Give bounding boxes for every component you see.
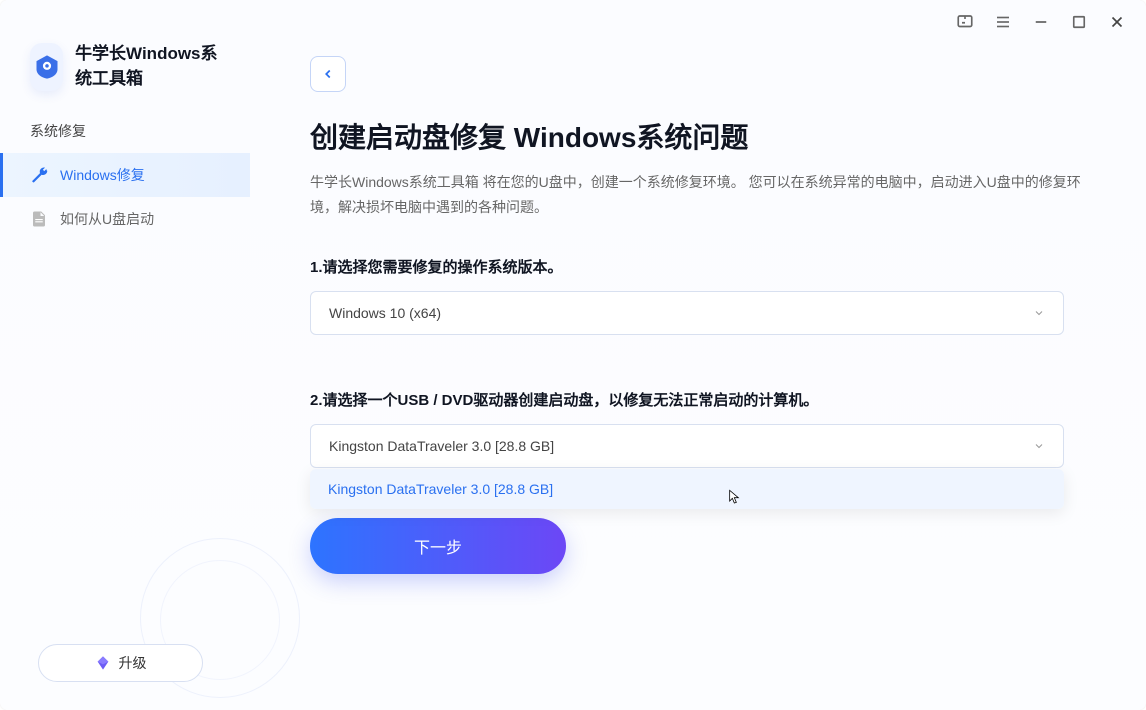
sidebar-section-label: 系统修复 <box>0 121 250 153</box>
feedback-icon[interactable] <box>956 13 974 31</box>
sidebar-item-label: 如何从U盘启动 <box>60 209 154 229</box>
titlebar <box>0 0 1146 44</box>
close-icon[interactable] <box>1108 13 1126 31</box>
chevron-left-icon <box>321 67 335 81</box>
chevron-down-icon <box>1033 307 1045 319</box>
step2-label: 2.请选择一个USB / DVD驱动器创建启动盘，以修复无法正常启动的计算机。 <box>310 389 1086 410</box>
sidebar-item-label: Windows修复 <box>60 165 145 185</box>
document-icon <box>30 210 48 228</box>
chevron-down-icon <box>1033 440 1045 452</box>
os-version-value: Windows 10 (x64) <box>329 305 441 321</box>
drive-dropdown: Kingston DataTraveler 3.0 [28.8 GB] <box>310 469 1064 509</box>
maximize-icon[interactable] <box>1070 13 1088 31</box>
sidebar-item-windows-repair[interactable]: Windows修复 <box>0 153 250 197</box>
app-title: 牛学长Windows系统工具箱 <box>75 42 220 91</box>
upgrade-label: 升级 <box>119 653 147 673</box>
page-description: 牛学长Windows系统工具箱 将在您的U盘中，创建一个系统修复环境。 您可以在… <box>310 170 1086 220</box>
menu-icon[interactable] <box>994 13 1012 31</box>
upgrade-button[interactable]: 升级 <box>38 644 203 682</box>
drive-option[interactable]: Kingston DataTraveler 3.0 [28.8 GB] <box>310 469 1064 509</box>
diamond-icon <box>95 655 111 671</box>
sidebar-item-usb-boot[interactable]: 如何从U盘启动 <box>0 197 250 241</box>
app-logo-block: 牛学长Windows系统工具箱 <box>0 42 250 121</box>
next-button[interactable]: 下一步 <box>310 518 566 574</box>
os-version-select[interactable]: Windows 10 (x64) <box>310 291 1064 335</box>
minimize-icon[interactable] <box>1032 13 1050 31</box>
app-logo-icon <box>30 43 63 91</box>
main-content: 创建启动盘修复 Windows系统问题 牛学长Windows系统工具箱 将在您的… <box>250 44 1146 710</box>
page-title: 创建启动盘修复 Windows系统问题 <box>310 116 1086 156</box>
sidebar: 牛学长Windows系统工具箱 系统修复 Windows修复 如何从U <box>0 44 250 710</box>
drive-select-value: Kingston DataTraveler 3.0 [28.8 GB] <box>329 438 554 454</box>
step1-label: 1.请选择您需要修复的操作系统版本。 <box>310 256 1086 277</box>
wrench-icon <box>30 166 48 184</box>
drive-select[interactable]: Kingston DataTraveler 3.0 [28.8 GB] <box>310 424 1064 468</box>
back-button[interactable] <box>310 56 346 92</box>
